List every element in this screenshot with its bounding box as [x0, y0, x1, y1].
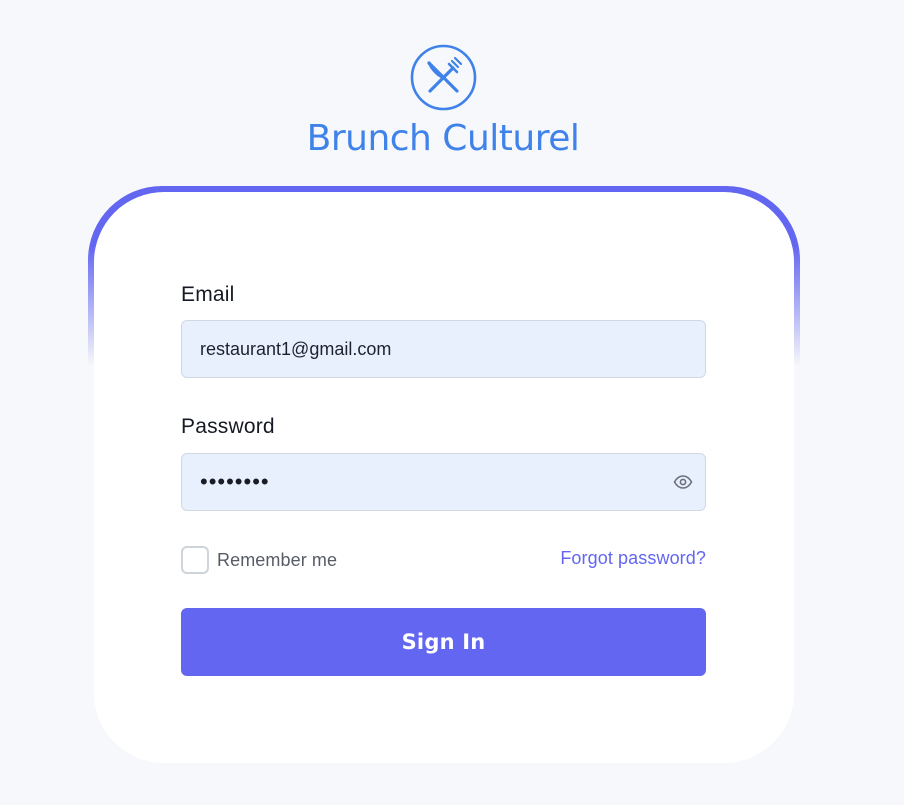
login-page: Brunch Culturel Email Password Remember …: [0, 0, 904, 805]
brand-header: Brunch Culturel: [0, 0, 904, 170]
password-label: Password: [181, 415, 275, 438]
eye-icon[interactable]: [672, 473, 694, 491]
remember-me-checkbox[interactable]: [181, 546, 209, 574]
password-field[interactable]: [182, 454, 705, 510]
password-field-wrapper: [181, 453, 706, 511]
remember-me[interactable]: Remember me: [181, 546, 337, 574]
forgot-password-link[interactable]: Forgot password?: [560, 548, 706, 569]
email-field[interactable]: [182, 321, 705, 377]
email-label: Email: [181, 283, 235, 306]
brand-name: Brunch Culturel: [306, 118, 580, 159]
sign-in-button[interactable]: Sign In: [181, 608, 706, 676]
email-field-wrapper: [181, 320, 706, 378]
remember-me-label: Remember me: [217, 549, 338, 570]
fork-knife-crossed-icon: [410, 44, 477, 111]
